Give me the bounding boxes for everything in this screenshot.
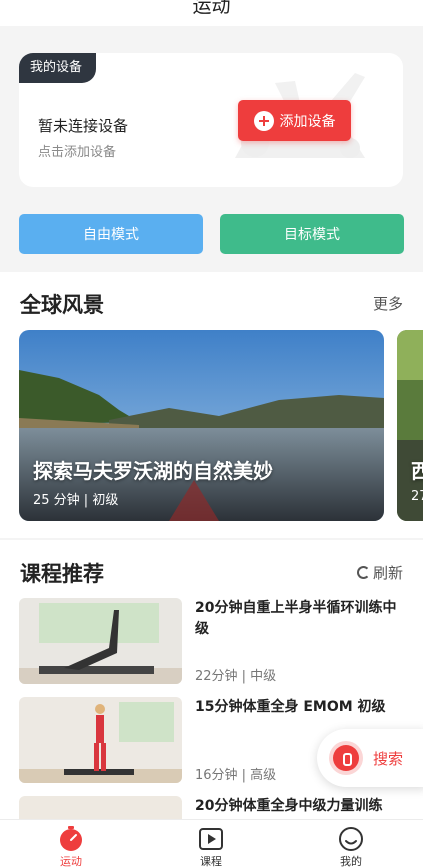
- courses-title: 课程推荐: [20, 562, 104, 586]
- course-title: 15分钟体重全身 EMOM 初级: [195, 699, 386, 715]
- add-device-button[interactable]: 添加设备: [238, 100, 351, 141]
- bottom-tab-bar: 运动 课程 我的: [0, 819, 423, 867]
- course-meta: 22分钟 | 中级: [195, 669, 277, 684]
- device-card[interactable]: 我的设备 暂未连接设备 点击添加设备 添加设备: [19, 53, 403, 187]
- add-device-label: 添加设备: [279, 113, 336, 130]
- device-hint[interactable]: 点击添加设备: [38, 141, 116, 160]
- smile-face-icon: [339, 827, 363, 851]
- my-device-tag: 我的设备: [19, 53, 97, 83]
- target-mode-button[interactable]: 目标模式: [220, 214, 404, 254]
- plus-circle-icon: [253, 110, 274, 131]
- page-title: 运动: [192, 0, 231, 17]
- tab-courses[interactable]: 课程: [181, 826, 241, 867]
- tab-mine[interactable]: 我的: [321, 826, 381, 867]
- refresh-button[interactable]: 刷新: [356, 562, 403, 583]
- refresh-icon: [356, 566, 370, 579]
- tab-label: 课程: [200, 855, 222, 867]
- microphone-icon: [333, 745, 359, 771]
- scene-title: 探索马夫罗沃湖的自然美妙: [33, 459, 273, 483]
- scenery-title: 全球风景: [20, 293, 104, 317]
- scene-meta: 27: [411, 489, 423, 504]
- free-mode-button[interactable]: 自由模式: [19, 214, 203, 254]
- search-fab[interactable]: 搜索: [317, 729, 423, 787]
- search-label: 搜索: [373, 749, 404, 768]
- tab-label: 我的: [340, 855, 362, 867]
- stopwatch-icon: [60, 826, 82, 851]
- course-title: 20分钟自重上半身半循环训练中级: [195, 600, 397, 637]
- refresh-label: 刷新: [372, 564, 403, 582]
- course-meta: 16分钟 | 高级: [195, 768, 277, 783]
- tab-sport[interactable]: 运动: [41, 826, 101, 867]
- scene-title: 西: [411, 459, 423, 483]
- play-box-icon: [199, 828, 223, 850]
- scene-card[interactable]: 西 27: [397, 330, 423, 521]
- device-status: 暂未连接设备: [38, 117, 129, 135]
- more-link[interactable]: 更多: [373, 293, 403, 314]
- course-title: 20分钟体重全身中级力量训练: [195, 798, 383, 814]
- header: 运动: [0, 0, 423, 26]
- tab-label: 运动: [60, 855, 82, 867]
- course-thumbnail: [19, 697, 182, 783]
- scenery-section: 全球风景 更多 探索马夫罗沃湖的自然美妙 25 分钟 | 初级 西 2: [0, 272, 423, 538]
- scene-card[interactable]: 探索马夫罗沃湖的自然美妙 25 分钟 | 初级: [19, 330, 384, 521]
- scene-meta: 25 分钟 | 初级: [33, 493, 119, 508]
- course-item[interactable]: 20分钟自重上半身半循环训练中级 22分钟 | 中级: [19, 598, 403, 684]
- course-thumbnail: [19, 598, 182, 684]
